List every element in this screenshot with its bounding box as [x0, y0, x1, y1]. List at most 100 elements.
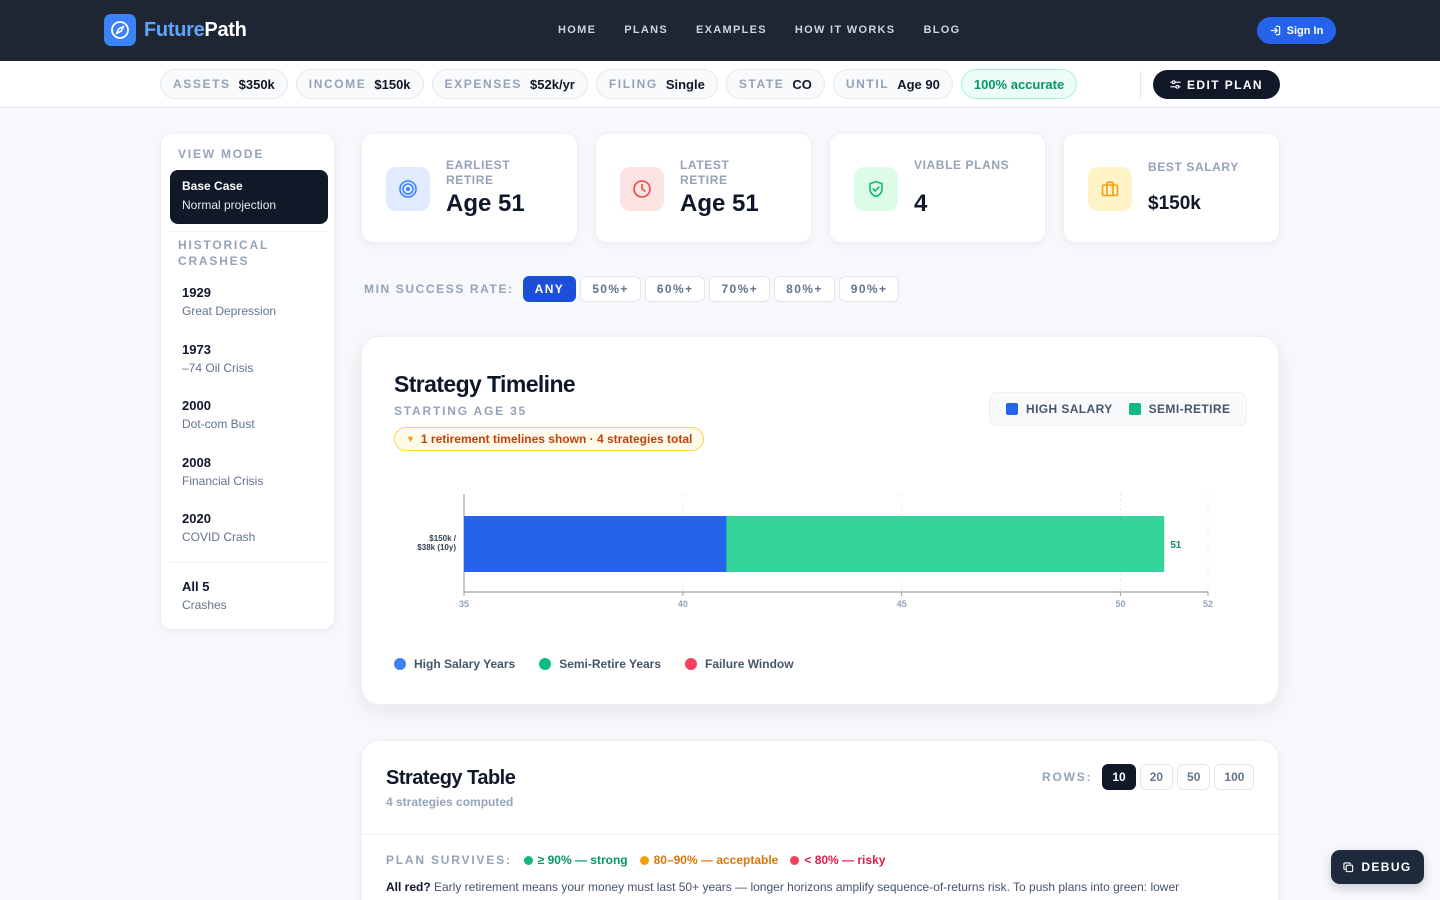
sign-in-button[interactable]: Sign In	[1257, 17, 1336, 44]
debug-button[interactable]: DEBUG	[1331, 850, 1424, 884]
legend-high-salary: HIGH SALARY	[1006, 402, 1113, 416]
stat-viable-plans: VIABLE PLANS 4	[829, 133, 1046, 243]
stat-value: 4	[914, 190, 928, 217]
success-rate-filter: MIN SUCCESS RATE: ANY 50%+ 60%+ 70%+ 80%…	[364, 276, 900, 302]
timeline-legend: HIGH SALARY SEMI-RETIRE	[989, 392, 1247, 426]
rows-label: ROWS:	[1042, 770, 1093, 784]
legend-high-salary-years: High Salary Years	[394, 657, 515, 671]
nav-plans[interactable]: PLANS	[624, 24, 668, 36]
rows-10[interactable]: 10	[1102, 764, 1136, 790]
rows-20[interactable]: 20	[1139, 764, 1174, 790]
triangle-down-icon: ▼	[406, 434, 415, 444]
view-base-case[interactable]: Base Case Normal projection	[170, 170, 328, 224]
table-subtitle: 4 strategies computed	[386, 795, 514, 809]
filter-90[interactable]: 90%+	[838, 276, 900, 302]
plan-summary-bar: ASSETS $350k INCOME $150k EXPENSES $52k/yr …	[0, 61, 1440, 108]
view-mode-sidebar: VIEW MODE Base Case Normal projection HI…	[160, 133, 335, 630]
bar-end-label: 51	[1170, 540, 1182, 551]
view-crash-1973[interactable]: 1973 –74 Oil Crisis	[182, 342, 253, 375]
main-nav: HOME PLANS EXAMPLES HOW IT WORKS BLOG	[558, 24, 960, 36]
filter-any[interactable]: ANY	[522, 276, 577, 302]
rows-50[interactable]: 50	[1177, 764, 1211, 790]
sidebar-divider	[170, 562, 328, 563]
bar-segment-high-salary	[464, 516, 727, 572]
copy-icon	[1343, 861, 1354, 872]
top-nav: FuturePath HOME PLANS EXAMPLES HOW IT WO…	[0, 0, 1440, 61]
bar-segment-semi-retire	[726, 516, 1165, 572]
sign-in-label: Sign In	[1286, 24, 1324, 37]
edit-plan-button[interactable]: EDIT PLAN	[1153, 70, 1280, 99]
view-all-crashes[interactable]: All 5 Crashes	[182, 579, 227, 612]
sign-in-icon	[1270, 25, 1280, 36]
timeline-title: Strategy Timeline	[394, 371, 576, 397]
rows-100[interactable]: 100	[1214, 764, 1255, 790]
summary-chips: ASSETS $350k INCOME $150k EXPENSES $52k/yr …	[160, 69, 1078, 99]
plan-survives-legend: PLAN SURVIVES: ≥ 90% — strong 80–90% — a…	[386, 853, 885, 867]
edit-plan-label: EDIT PLAN	[1187, 77, 1263, 92]
chip-filing[interactable]: FILING Single	[595, 69, 718, 99]
x-tick-label: 40	[678, 599, 688, 609]
rows-per-page: ROWS: 10 20 50 100	[1042, 764, 1255, 790]
view-base-case-desc: Normal projection	[182, 198, 277, 212]
row-label: $150k /	[429, 534, 456, 543]
timeline-count-badge: ▼ 1 retirement timelines shown · 4 strat…	[394, 427, 705, 451]
target-icon	[386, 167, 430, 211]
x-tick-label: 50	[1115, 599, 1125, 609]
clock-icon	[620, 167, 664, 211]
legend-semi-retire-years: Semi-Retire Years	[539, 657, 661, 671]
survives-strong: ≥ 90% — strong	[523, 853, 628, 867]
x-tick-label: 52	[1203, 599, 1213, 609]
nav-examples[interactable]: EXAMPLES	[696, 24, 767, 36]
legend-failure-window: Failure Window	[685, 657, 794, 671]
accuracy-badge: 100% accurate	[960, 69, 1078, 99]
chip-assets[interactable]: ASSETS $350k	[160, 69, 288, 99]
row-label: $38k (10y)	[417, 543, 456, 552]
success-rate-label: MIN SUCCESS RATE:	[364, 282, 514, 296]
view-crash-1929[interactable]: 1929 Great Depression	[182, 285, 276, 318]
summary-divider	[1140, 71, 1141, 99]
nav-blog[interactable]: BLOG	[923, 24, 960, 36]
view-crash-2008[interactable]: 2008 Financial Crisis	[182, 455, 263, 488]
stat-label: BEST SALARY	[1148, 160, 1239, 174]
filter-50[interactable]: 50%+	[580, 276, 641, 302]
filter-80[interactable]: 80%+	[774, 276, 835, 302]
x-tick-label: 35	[459, 599, 469, 609]
survives-risky: < 80% — risky	[790, 853, 885, 867]
filter-70[interactable]: 70%+	[709, 276, 771, 302]
stat-label: VIABLE PLANS	[914, 158, 1010, 172]
view-base-case-title: Base Case	[182, 179, 243, 193]
view-crash-2020[interactable]: 2020 COVID Crash	[182, 511, 255, 544]
timeline-chart: 35 40 45 50 52 $150k /$38k (10y) 51	[417, 494, 1213, 609]
timeline-subtitle: STARTING AGE 35	[394, 404, 528, 418]
plan-survives-label: PLAN SURVIVES:	[386, 853, 512, 867]
sidebar-divider	[170, 231, 328, 232]
stat-label: LATEST RETIRE	[680, 158, 730, 187]
stat-latest-retire: LATEST RETIRE Age 51	[595, 133, 812, 243]
table-divider	[362, 834, 1278, 835]
timeline-count-text: 1 retirement timelines shown · 4 strateg…	[420, 432, 693, 446]
strategy-timeline-card: Strategy Timeline STARTING AGE 35 ▼ 1 re…	[361, 336, 1279, 705]
view-crash-2000[interactable]: 2000 Dot-com Bust	[182, 398, 255, 431]
stat-label: EARLIEST RETIRE	[446, 158, 511, 187]
debug-label: DEBUG	[1361, 860, 1412, 874]
stat-best-salary: BEST SALARY $150k	[1063, 133, 1280, 243]
stat-value: Age 51	[680, 190, 759, 217]
chip-until[interactable]: UNTIL Age 90	[832, 69, 953, 99]
strategy-table-card: Strategy Table 4 strategies computed ROW…	[361, 740, 1279, 900]
filter-60[interactable]: 60%+	[644, 276, 706, 302]
table-title: Strategy Table	[386, 767, 516, 789]
x-tick-label: 45	[897, 599, 907, 609]
brand-logo[interactable]: FuturePath	[104, 14, 247, 46]
chip-state[interactable]: STATE CO	[725, 69, 825, 99]
chip-income[interactable]: INCOME $150k	[295, 69, 424, 99]
historical-crashes-heading: HISTORICAL CRASHES	[178, 238, 269, 268]
nav-home[interactable]: HOME	[558, 24, 596, 36]
legend-semi-retire: SEMI-RETIRE	[1128, 402, 1231, 416]
stat-value: Age 51	[446, 190, 525, 217]
nav-how-it-works[interactable]: HOW IT WORKS	[795, 24, 896, 36]
compass-icon	[104, 14, 136, 46]
view-mode-heading: VIEW MODE	[178, 147, 265, 161]
sliders-icon	[1170, 80, 1181, 89]
chip-expenses[interactable]: EXPENSES $52k/yr	[431, 69, 588, 99]
timeline-bottom-legend: High Salary Years Semi-Retire Years Fail…	[394, 657, 794, 671]
